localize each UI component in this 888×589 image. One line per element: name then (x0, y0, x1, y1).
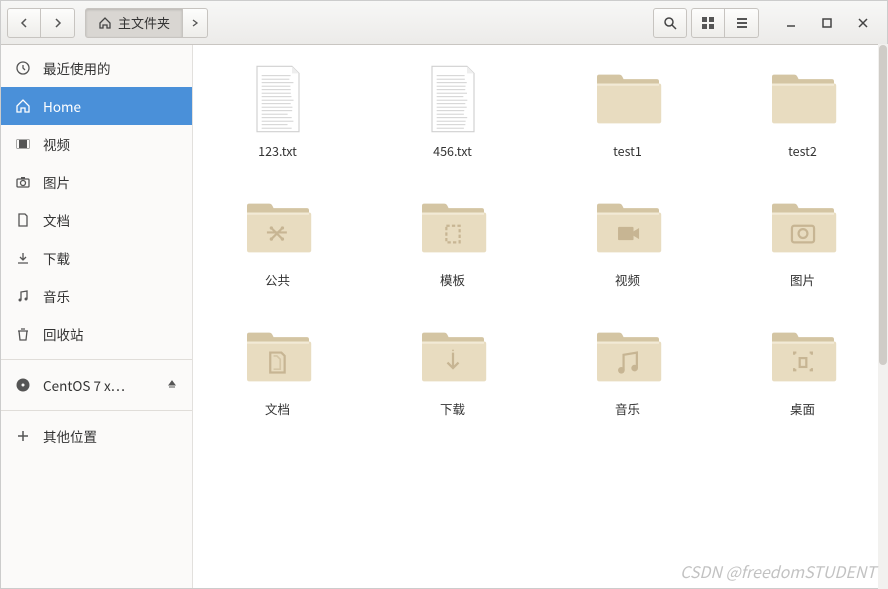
file-item[interactable]: test1 (553, 63, 702, 160)
camera-icon (15, 174, 31, 190)
list-view-button[interactable] (725, 8, 759, 38)
sidebar-separator (1, 410, 192, 411)
file-icon (765, 321, 841, 393)
file-item[interactable]: 公共 (203, 192, 352, 289)
scrollbar-thumb[interactable] (879, 45, 887, 365)
file-item[interactable]: 图片 (728, 192, 877, 289)
file-label: 下载 (440, 399, 465, 418)
file-label: 图片 (790, 270, 815, 289)
sidebar-item-recent[interactable]: 最近使用的 (1, 49, 192, 87)
sidebar-item-documents[interactable]: 文档 (1, 201, 192, 239)
video-icon (15, 136, 31, 152)
sidebar-item-label: 最近使用的 (43, 58, 111, 78)
path-segment-home[interactable]: 主文件夹 (85, 8, 183, 38)
file-item[interactable]: 桌面 (728, 321, 877, 418)
file-icon (415, 192, 491, 264)
file-label: 音乐 (615, 399, 640, 418)
file-manager-window: 主文件夹 最近使用的 Home 视频 图片 文档 下载 音乐 回收站 CentO… (0, 0, 888, 589)
sidebar-item-label: 视频 (43, 134, 70, 154)
file-icon (765, 192, 841, 264)
file-icon (240, 63, 316, 135)
toolbar: 主文件夹 (1, 1, 887, 45)
search-icon (663, 16, 677, 30)
file-item[interactable]: 视频 (553, 192, 702, 289)
file-label: 桌面 (790, 399, 815, 418)
path-label: 主文件夹 (118, 13, 170, 32)
download-icon (15, 250, 31, 266)
file-label: 456.txt (433, 141, 472, 160)
file-item[interactable]: 下载 (378, 321, 527, 418)
sidebar-separator (1, 359, 192, 360)
file-icon (590, 192, 666, 264)
body: 最近使用的 Home 视频 图片 文档 下载 音乐 回收站 CentOS 7 x… (1, 45, 887, 588)
view-group (691, 8, 759, 38)
trash-icon (15, 326, 31, 342)
maximize-button[interactable] (809, 8, 845, 38)
path-expand[interactable] (183, 8, 208, 38)
sidebar-item-videos[interactable]: 视频 (1, 125, 192, 163)
forward-button[interactable] (41, 8, 75, 38)
clock-icon (15, 60, 31, 76)
file-label: 视频 (615, 270, 640, 289)
file-grid: 123.txt 456.txt test1 test2 公共 模板 视频 图片文档 下载 音乐 桌面 (203, 63, 877, 418)
sidebar-item-label: Home (43, 96, 81, 116)
file-item[interactable]: 456.txt (378, 63, 527, 160)
file-item[interactable]: test2 (728, 63, 877, 160)
search-button[interactable] (653, 8, 687, 38)
file-label: 文档 (265, 399, 290, 418)
sidebar-item-device[interactable]: CentOS 7 x… (1, 366, 192, 404)
sidebar: 最近使用的 Home 视频 图片 文档 下载 音乐 回收站 CentOS 7 x… (1, 45, 193, 588)
sidebar-item-label: 下载 (43, 248, 70, 268)
scrollbar[interactable] (878, 44, 888, 589)
pathbar: 主文件夹 (85, 8, 208, 38)
file-icon (415, 321, 491, 393)
sidebar-item-label: 其他位置 (43, 426, 97, 446)
window-controls (773, 8, 881, 38)
nav-group (7, 8, 75, 38)
home-icon (15, 98, 31, 114)
file-label: 公共 (265, 270, 290, 289)
sidebar-item-label: 回收站 (43, 324, 84, 344)
sidebar-item-label: 图片 (43, 172, 70, 192)
file-item[interactable]: 123.txt (203, 63, 352, 160)
file-icon (590, 321, 666, 393)
sidebar-item-pictures[interactable]: 图片 (1, 163, 192, 201)
file-icon (765, 63, 841, 135)
sidebar-item-label: 文档 (43, 210, 70, 230)
file-item[interactable]: 模板 (378, 192, 527, 289)
sidebar-item-label: 音乐 (43, 286, 70, 306)
home-icon (98, 16, 112, 30)
music-icon (15, 288, 31, 304)
sidebar-item-trash[interactable]: 回收站 (1, 315, 192, 353)
file-label: test2 (788, 141, 817, 160)
minimize-button[interactable] (773, 8, 809, 38)
file-label: 模板 (440, 270, 465, 289)
file-icon (240, 192, 316, 264)
list-icon (735, 16, 749, 30)
file-label: 123.txt (258, 141, 297, 160)
content-area: 123.txt 456.txt test1 test2 公共 模板 视频 图片文档 下载 音乐 桌面 (193, 45, 887, 588)
back-button[interactable] (7, 8, 41, 38)
sidebar-item-other[interactable]: 其他位置 (1, 417, 192, 455)
file-item[interactable]: 文档 (203, 321, 352, 418)
file-icon (240, 321, 316, 393)
file-item[interactable]: 音乐 (553, 321, 702, 418)
sidebar-item-music[interactable]: 音乐 (1, 277, 192, 315)
icon-view-button[interactable] (691, 8, 725, 38)
eject-icon[interactable] (166, 375, 178, 395)
sidebar-item-home[interactable]: Home (1, 87, 192, 125)
file-icon (590, 63, 666, 135)
file-label: test1 (613, 141, 642, 160)
file-icon (415, 63, 491, 135)
sidebar-item-label: CentOS 7 x… (43, 375, 125, 395)
plus-icon (15, 428, 31, 444)
disc-icon (15, 377, 31, 393)
grid-icon (701, 16, 715, 30)
sidebar-item-downloads[interactable]: 下载 (1, 239, 192, 277)
close-button[interactable] (845, 8, 881, 38)
document-icon (15, 212, 31, 228)
